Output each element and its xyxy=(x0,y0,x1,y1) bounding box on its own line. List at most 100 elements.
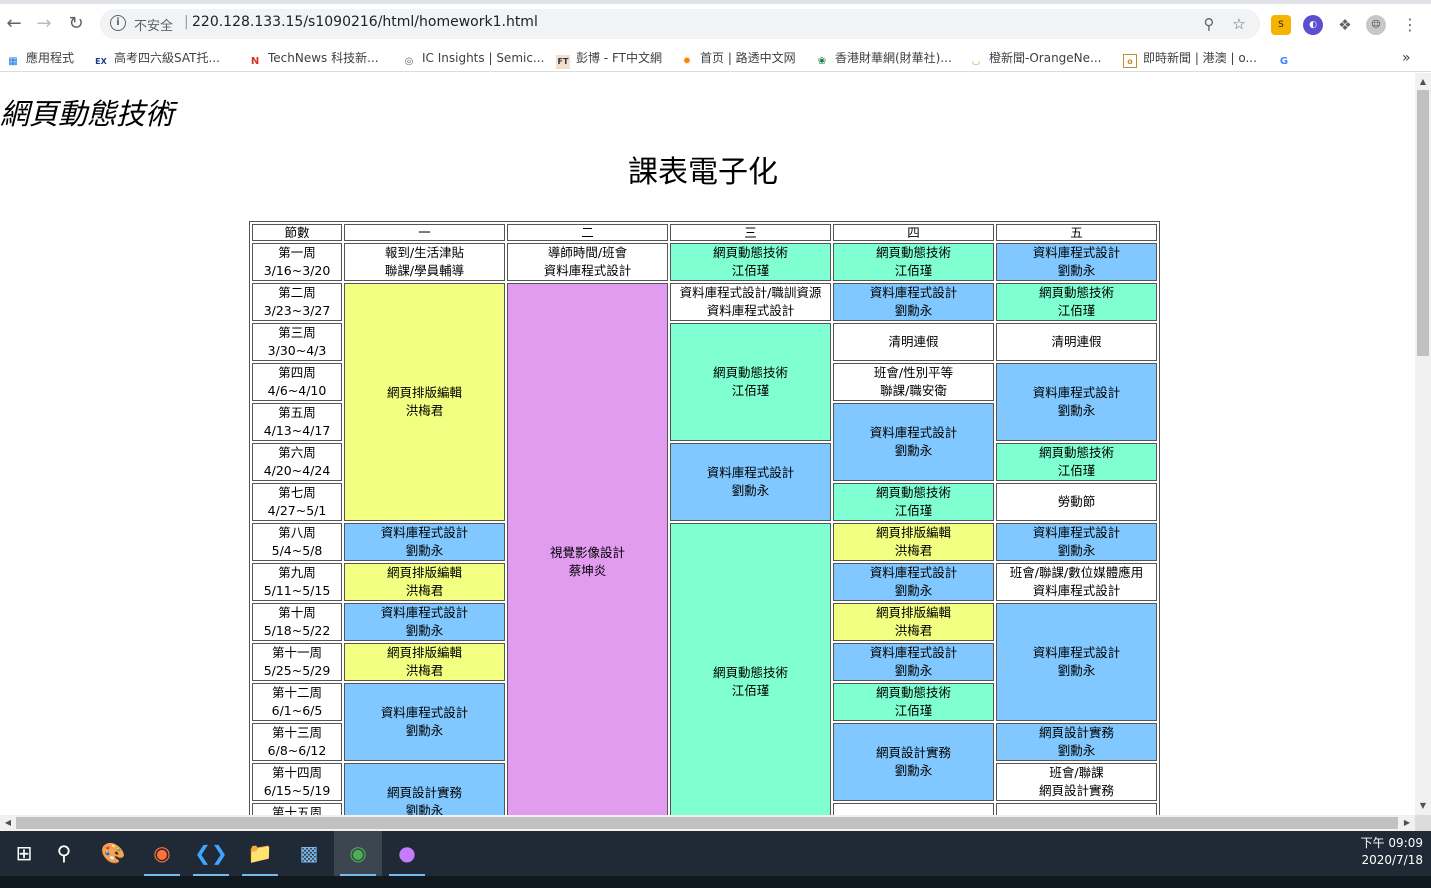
profile-avatar-icon[interactable]: ☺ xyxy=(1366,15,1386,35)
scroll-up-arrow-icon[interactable]: ▲ xyxy=(1415,75,1431,89)
scroll-right-arrow-icon[interactable]: ▶ xyxy=(1399,815,1415,831)
class-subject: 視覺影像設計 xyxy=(549,545,625,560)
smart-extension-icon[interactable]: S xyxy=(1271,15,1291,35)
bookmark-icinsights[interactable]: ◎ IC Insights | Semic... xyxy=(402,48,545,68)
week-label: 第二周 xyxy=(278,285,316,300)
class-cell: 班會/性別平等 聯課/職安衛 xyxy=(833,363,994,401)
week-label: 第十一周 xyxy=(271,645,322,660)
bookmark-google[interactable]: G xyxy=(1277,48,1297,68)
vertical-scroll-thumb[interactable] xyxy=(1417,90,1429,356)
bookmark-technews[interactable]: N TechNews 科技新... xyxy=(248,48,379,68)
class-cell: 資料庫程式設計 劉勳永 xyxy=(833,563,994,601)
class-subject: 網頁動態技術 xyxy=(712,665,788,680)
news-icon: o xyxy=(1123,54,1137,68)
class-detail: 網頁設計實務 xyxy=(1038,783,1114,798)
class-subject: 班會/性別平等 xyxy=(873,365,954,380)
security-label[interactable]: 不安全 xyxy=(134,15,173,34)
header-day: 二 xyxy=(507,224,668,241)
class-cell: 網頁排版編輯 洪梅君 xyxy=(344,563,505,601)
class-detail: 資料庫程式設計 xyxy=(543,263,632,278)
class-subject: 網頁排版編輯 xyxy=(386,385,462,400)
class-cell: 網頁排版編輯 洪梅君 xyxy=(833,603,994,641)
paint-icon[interactable]: 🎨 xyxy=(89,831,137,876)
scroll-down-arrow-icon[interactable]: ▼ xyxy=(1415,799,1431,813)
class-cell: 導師時間/班會 資料庫程式設計 xyxy=(507,243,668,281)
bookmark-reuters[interactable]: ✹ 首页 | 路透中文网 xyxy=(680,48,796,68)
bookmark-finet[interactable]: ❀ 香港財華網(財華社)... xyxy=(815,48,952,68)
system-clock[interactable]: 下午 09:09 2020/7/18 xyxy=(1361,835,1423,869)
chrome-icon[interactable]: ◉ xyxy=(334,831,382,876)
class-subject: 網頁排版編輯 xyxy=(875,605,951,620)
schedule-header-row: 節數一二三四五 xyxy=(252,224,1157,241)
finet-icon: ❀ xyxy=(817,56,827,67)
reload-icon[interactable]: ↻ xyxy=(64,12,88,36)
bookmarks-overflow-icon[interactable]: » xyxy=(1402,48,1411,68)
week-cell: 第九周 5/11~5/15 xyxy=(252,563,342,601)
table-row: 第一周 3/16~3/20 報到/生活津貼 聯課/學員輔導 導師時間/班會 資料庫程式設計… xyxy=(252,243,1157,281)
class-detail: 江佰瑾 xyxy=(731,683,770,698)
info-icon[interactable]: i xyxy=(110,15,126,31)
class-cell: 清明連假 xyxy=(996,323,1157,361)
class-subject: 網頁動態技術 xyxy=(1038,285,1114,300)
apps-grid-icon: ▦ xyxy=(8,56,18,67)
week-dates: 6/1~6/5 xyxy=(271,703,323,718)
class-cell: 資料庫程式設計 劉勳永 xyxy=(996,243,1157,281)
class-subject: 資料庫程式設計 xyxy=(1032,385,1121,400)
week-cell: 第十一周 5/25~5/29 xyxy=(252,643,342,681)
downloader-icon[interactable]: ▩ xyxy=(285,831,333,876)
class-cell: 網頁動態技術 江佰瑾 xyxy=(833,683,994,721)
bookmark-orange-news[interactable]: ◡ 橙新聞-OrangeNe... xyxy=(969,48,1101,68)
horizontal-scroll-thumb[interactable] xyxy=(16,817,1398,829)
class-detail: 江佰瑾 xyxy=(1057,303,1096,318)
class-subject: 導師時間/班會 xyxy=(547,245,628,260)
header-day: 四 xyxy=(833,224,994,241)
bookmark-star-icon[interactable]: ☆ xyxy=(1228,13,1250,35)
zoom-search-icon[interactable]: ⚲ xyxy=(1198,13,1220,35)
class-cell: 端午連假 xyxy=(996,803,1157,815)
vscode-icon[interactable]: ❮❯ xyxy=(187,831,235,876)
class-subject: 資料庫程式設計 xyxy=(1032,245,1121,260)
class-subject: 資料庫程式設計 xyxy=(869,645,958,660)
extensions-puzzle-icon[interactable]: ❖ xyxy=(1335,15,1355,35)
class-cell: 清明連假 xyxy=(833,323,994,361)
class-subject: 網頁動態技術 xyxy=(875,685,951,700)
extension-swirl-icon[interactable]: ◐ xyxy=(1303,15,1323,35)
back-arrow-icon[interactable]: ← xyxy=(2,12,26,36)
menu-kebab-icon[interactable]: ⋮ xyxy=(1400,15,1420,35)
class-detail: 劉勳永 xyxy=(894,763,933,778)
forward-arrow-icon[interactable]: → xyxy=(32,12,56,36)
header-period: 節數 xyxy=(252,224,342,241)
week-label: 第三周 xyxy=(278,325,316,340)
class-detail: 資料庫程式設計 xyxy=(1032,583,1121,598)
scroll-left-arrow-icon[interactable]: ◀ xyxy=(0,815,16,831)
class-detail: 劉勳永 xyxy=(405,623,444,638)
week-label: 第四周 xyxy=(278,365,316,380)
week-cell: 第二周 3/23~3/27 xyxy=(252,283,342,321)
class-cell: 網頁排版編輯 洪梅君 xyxy=(344,643,505,681)
class-cell: 網頁動態技術 江佰瑾 xyxy=(996,283,1157,321)
maps-pin-icon[interactable]: ● xyxy=(383,831,431,876)
week-cell: 第十四周 6/15~5/19 xyxy=(252,763,342,801)
class-detail: 劉勳永 xyxy=(894,583,933,598)
week-label: 第九周 xyxy=(278,565,316,580)
url-text[interactable]: 220.128.133.15/s1090216/html/homework1.h… xyxy=(192,14,538,30)
vertical-scrollbar[interactable]: ▲ ▼ xyxy=(1415,73,1431,815)
class-subject: 清明連假 xyxy=(1051,334,1102,349)
class-subject: 資料庫程式設計 xyxy=(706,465,795,480)
week-cell: 第六周 4/20~4/24 xyxy=(252,443,342,481)
clock-date: 2020/7/18 xyxy=(1361,853,1423,867)
search-icon[interactable]: ⚲ xyxy=(40,831,88,876)
firefox-icon[interactable]: ◉ xyxy=(138,831,186,876)
bookmark-exam4us[interactable]: EX 高考四六級SAT托... xyxy=(94,48,220,68)
week-cell: 第五周 4/13~4/17 xyxy=(252,403,342,441)
reuters-icon: ✹ xyxy=(682,56,692,67)
table-row: 第八周 5/4~5/8 資料庫程式設計 劉勳永 網頁動態技術 江佰瑾 網頁排版編輯 洪梅君 資料… xyxy=(252,523,1157,815)
file-explorer-icon[interactable]: 📁 xyxy=(236,831,284,876)
class-subject: 勞動節 xyxy=(1057,494,1096,509)
bookmark-apps[interactable]: ▦ 應用程式 xyxy=(6,48,74,68)
bookmark-ft[interactable]: FT 彭博 - FT中文網 xyxy=(556,48,662,69)
address-bar[interactable]: i 不安全 | 220.128.133.15/s1090216/html/hom… xyxy=(100,9,1260,39)
horizontal-scrollbar[interactable]: ◀ ▶ xyxy=(0,815,1415,831)
bookmark-instant-news[interactable]: o 即時新聞 | 港澳 | o... xyxy=(1123,48,1257,68)
class-subject: 報到/生活津貼 xyxy=(384,245,465,260)
